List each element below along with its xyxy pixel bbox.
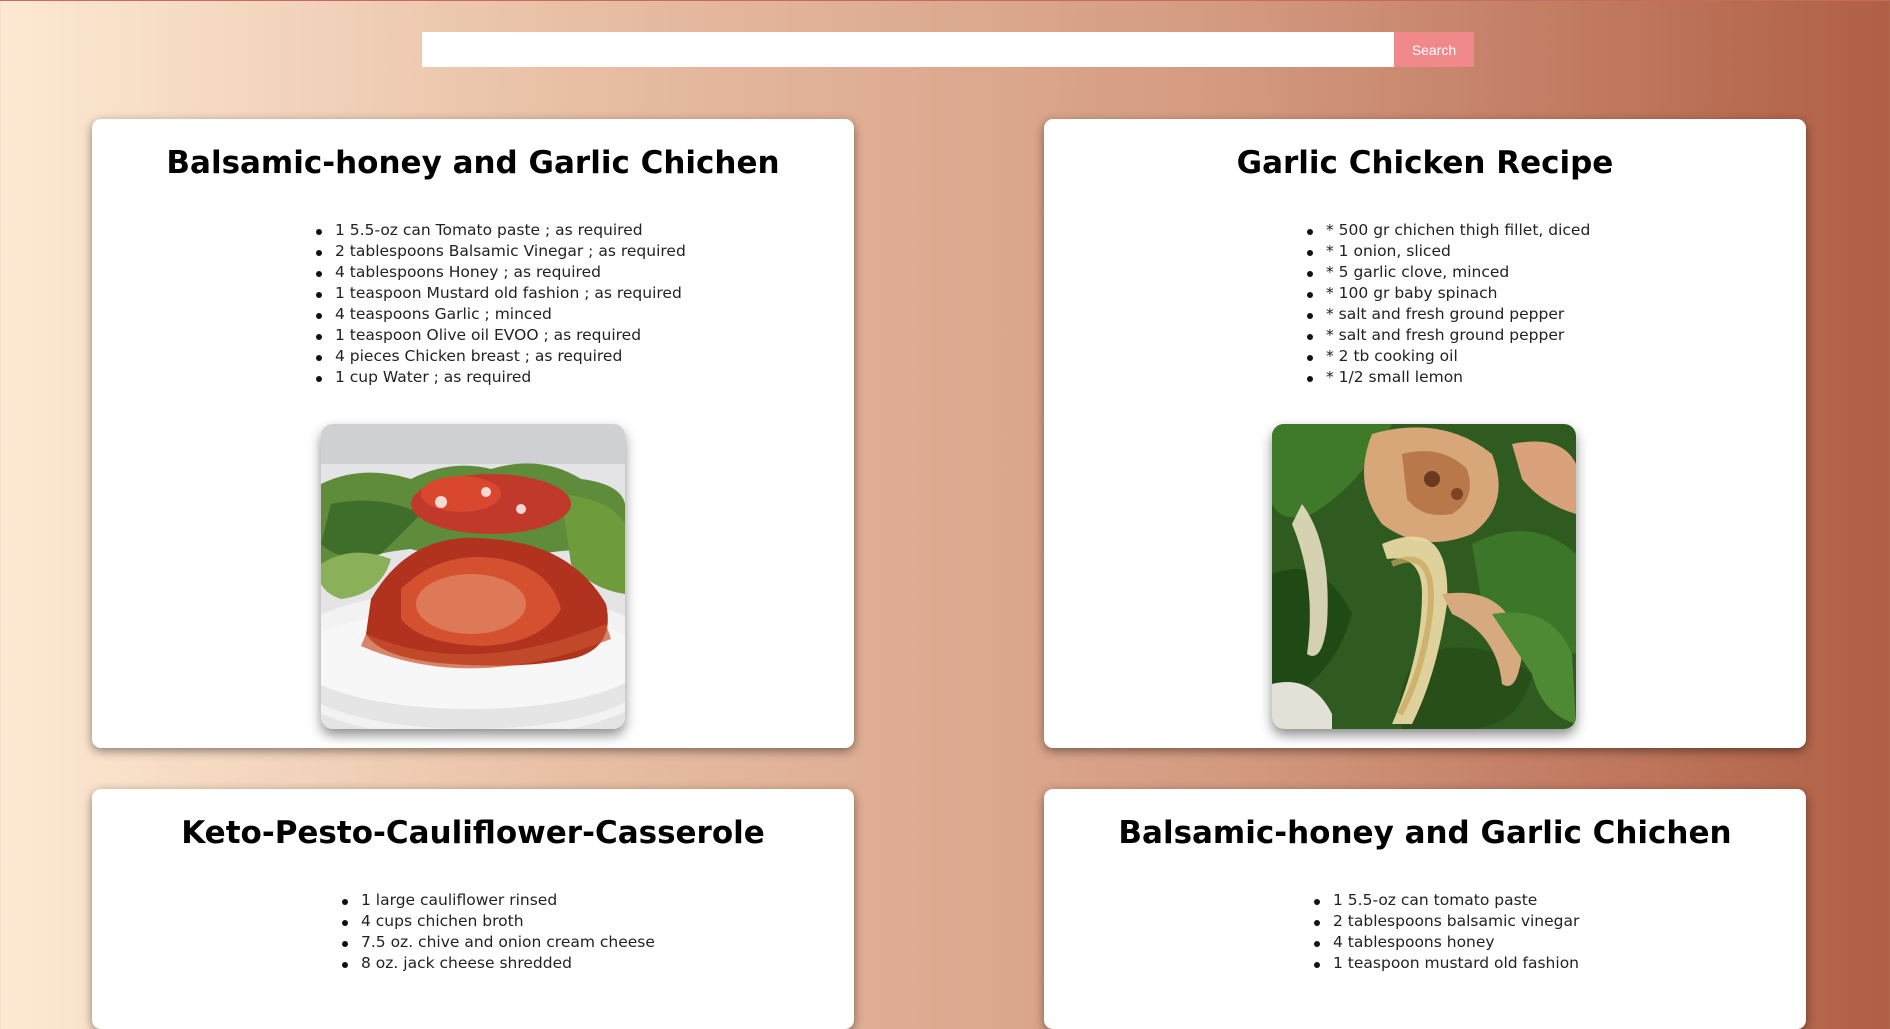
ingredient-item: * 1/2 small lemon [1307,367,1590,388]
search-input[interactable] [422,32,1394,67]
chicken-spinach-photo-icon [1272,424,1576,729]
bullet-icon [316,334,322,340]
recipe-card[interactable]: Balsamic-honey and Garlic Chichen 1 5.5-… [92,119,854,748]
bullet-icon [316,250,322,256]
bullet-icon [1307,355,1313,361]
ingredient-item: 1 5.5-oz can Tomato paste ; as required [316,220,686,241]
bullet-icon [342,920,348,926]
bullet-icon [342,962,348,968]
bullet-icon [316,229,322,235]
ingredient-item: 8 oz. jack cheese shredded [342,953,655,974]
bullet-icon [1314,962,1320,968]
bullet-icon [342,899,348,905]
ingredient-item: * 100 gr baby spinach [1307,283,1590,304]
search-bar: Search [422,32,1474,67]
bullet-icon [1307,376,1313,382]
bullet-icon [316,376,322,382]
recipe-photo [321,424,625,729]
ingredient-item: 4 cups chichen broth [342,911,655,932]
bullet-icon [316,271,322,277]
bullet-icon [316,313,322,319]
ingredient-item: * 2 tb cooking oil [1307,346,1590,367]
ingredient-item: 4 tablespoons honey [1314,932,1579,953]
bullet-icon [1307,292,1313,298]
ingredient-list: 1 large cauliflower rinsed 4 cups chiche… [342,890,655,974]
ingredient-list: 1 5.5-oz can tomato paste 2 tablespoons … [1314,890,1579,974]
bullet-icon [316,292,322,298]
ingredient-item: 1 large cauliflower rinsed [342,890,655,911]
bullet-icon [1307,334,1313,340]
recipe-title: Keto-Pesto-Cauliflower-Casserole [181,815,765,851]
ingredient-list: 1 5.5-oz can Tomato paste ; as required … [316,220,686,388]
bullet-icon [1307,313,1313,319]
recipe-card[interactable]: Balsamic-honey and Garlic Chichen 1 5.5-… [1044,789,1806,1029]
chicken-tomato-photo-icon [321,424,625,729]
ingredient-item: 1 5.5-oz can tomato paste [1314,890,1579,911]
bullet-icon [1314,899,1320,905]
ingredient-item: * salt and fresh ground pepper [1307,325,1590,346]
search-button[interactable]: Search [1394,32,1474,67]
top-border [0,0,1890,1]
bullet-icon [342,941,348,947]
bullet-icon [316,355,322,361]
recipe-card[interactable]: Keto-Pesto-Cauliflower-Casserole 1 large… [92,789,854,1029]
ingredient-item: 4 tablespoons Honey ; as required [316,262,686,283]
recipe-title: Balsamic-honey and Garlic Chichen [166,145,780,181]
ingredient-item: 7.5 oz. chive and onion cream cheese [342,932,655,953]
ingredient-item: 1 cup Water ; as required [316,367,686,388]
recipe-photo [1272,424,1576,729]
ingredient-item: 4 pieces Chicken breast ; as required [316,346,686,367]
recipe-card[interactable]: Garlic Chicken Recipe * 500 gr chichen t… [1044,119,1806,748]
ingredient-item: * salt and fresh ground pepper [1307,304,1590,325]
ingredient-list: * 500 gr chichen thigh fillet, diced * 1… [1307,220,1590,388]
bullet-icon [1307,271,1313,277]
ingredient-item: * 5 garlic clove, minced [1307,262,1590,283]
bullet-icon [1314,941,1320,947]
ingredient-item: 4 teaspoons Garlic ; minced [316,304,686,325]
ingredient-item: * 1 onion, sliced [1307,241,1590,262]
ingredient-item: 1 teaspoon Mustard old fashion ; as requ… [316,283,686,304]
recipe-title: Garlic Chicken Recipe [1236,145,1614,181]
bullet-icon [1307,229,1313,235]
ingredient-item: 2 tablespoons Balsamic Vinegar ; as requ… [316,241,686,262]
ingredient-item: 1 teaspoon Olive oil EVOO ; as required [316,325,686,346]
bullet-icon [1307,250,1313,256]
ingredient-item: 1 teaspoon mustard old fashion [1314,953,1579,974]
recipe-title: Balsamic-honey and Garlic Chichen [1118,815,1732,851]
bullet-icon [1314,920,1320,926]
ingredient-item: * 500 gr chichen thigh fillet, diced [1307,220,1590,241]
ingredient-item: 2 tablespoons balsamic vinegar [1314,911,1579,932]
